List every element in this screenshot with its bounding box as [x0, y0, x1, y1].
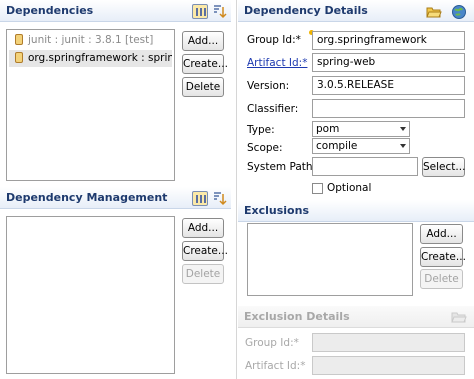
system-path-field[interactable] — [312, 157, 418, 176]
sort-icon[interactable] — [212, 191, 228, 207]
exclusion-details-section: Exclusion Details Group Id:* Artifact Id… — [238, 306, 474, 379]
exclusions-title: Exclusions — [244, 204, 309, 217]
dependencies-title: Dependencies — [6, 4, 94, 17]
dependencies-header: Dependencies — [0, 0, 231, 22]
group-id-label: Group Id:* — [247, 34, 301, 46]
classifier-field[interactable] — [312, 99, 465, 118]
group-id-field[interactable]: org.springframework — [312, 31, 465, 50]
dependency-details-section: Dependency Details Group Id:* org.spring… — [238, 0, 474, 200]
chevron-down-icon — [400, 127, 406, 131]
list-item[interactable]: junit : junit : 3.8.1 [test] — [9, 32, 172, 49]
globe-icon[interactable] — [451, 4, 467, 20]
dependency-details-title: Dependency Details — [244, 4, 368, 17]
add-managed-dependency-button[interactable]: Add... — [182, 218, 224, 238]
open-folder-icon — [451, 309, 467, 325]
delete-managed-dependency-button[interactable]: Delete — [182, 264, 224, 284]
panel-divider — [236, 0, 237, 379]
add-exclusion-button[interactable]: Add... — [420, 224, 463, 244]
exclusions-section: Exclusions Add... Create... Delete — [238, 200, 474, 296]
dependency-details-header: Dependency Details — [238, 0, 474, 22]
version-field[interactable]: 3.0.5.RELEASE — [312, 76, 465, 95]
scope-select[interactable]: compile — [312, 138, 410, 154]
exclusion-details-header: Exclusion Details — [238, 306, 474, 328]
optional-checkbox[interactable] — [312, 183, 323, 194]
list-item-label: org.springframework : sprin... — [28, 52, 172, 64]
system-path-label: System Path: — [247, 161, 317, 173]
delete-dependency-button[interactable]: Delete — [182, 77, 224, 97]
classifier-label: Classifier: — [247, 103, 299, 115]
add-dependency-button[interactable]: Add... — [182, 31, 224, 51]
create-managed-dependency-button[interactable]: Create... — [182, 241, 228, 261]
exclusion-artifact-id-label: Artifact Id:* — [245, 360, 306, 372]
exclusions-header: Exclusions — [238, 200, 474, 222]
create-exclusion-button[interactable]: Create... — [420, 247, 466, 267]
dependency-management-title: Dependency Management — [6, 191, 168, 204]
scope-label: Scope: — [247, 142, 283, 154]
artifact-id-field[interactable]: spring-web — [312, 53, 465, 72]
list-item[interactable]: org.springframework : sprin... — [9, 50, 172, 67]
optional-label[interactable]: Optional — [327, 182, 371, 194]
open-folder-icon[interactable] — [426, 4, 442, 20]
delete-exclusion-button[interactable]: Delete — [420, 269, 463, 289]
exclusion-details-title: Exclusion Details — [244, 310, 350, 323]
artifact-id-link[interactable]: Artifact Id:* — [247, 57, 307, 69]
jar-icon — [15, 34, 23, 45]
dependency-management-section: Dependency Management Add... Create... D… — [0, 187, 236, 379]
create-dependency-button[interactable]: Create... — [182, 54, 228, 74]
version-label: Version: — [247, 80, 290, 92]
select-system-path-button[interactable]: Select... — [422, 157, 465, 177]
exclusions-list[interactable] — [247, 223, 413, 296]
dependency-management-header: Dependency Management — [0, 187, 231, 209]
exclusion-artifact-id-field[interactable] — [312, 356, 465, 375]
jar-icon — [15, 52, 23, 63]
dependencies-list[interactable]: junit : junit : 3.8.1 [test] org.springf… — [6, 29, 175, 181]
exclusion-group-id-label: Group Id:* — [245, 337, 299, 349]
show-group-id-toggle-icon[interactable] — [192, 4, 208, 19]
chevron-down-icon — [400, 144, 406, 148]
dependency-management-list[interactable] — [6, 216, 175, 374]
dependencies-section: Dependencies junit : junit : 3.8.1 [test… — [0, 0, 236, 187]
exclusion-group-id-field[interactable] — [312, 333, 465, 352]
sort-icon[interactable] — [212, 4, 228, 20]
type-select-value: pom — [316, 123, 340, 135]
type-select[interactable]: pom — [312, 121, 410, 137]
type-label: Type: — [247, 124, 275, 136]
scope-select-value: compile — [316, 140, 358, 152]
list-item-label: junit : junit : 3.8.1 [test] — [28, 34, 154, 46]
show-group-id-toggle-icon[interactable] — [192, 191, 208, 206]
